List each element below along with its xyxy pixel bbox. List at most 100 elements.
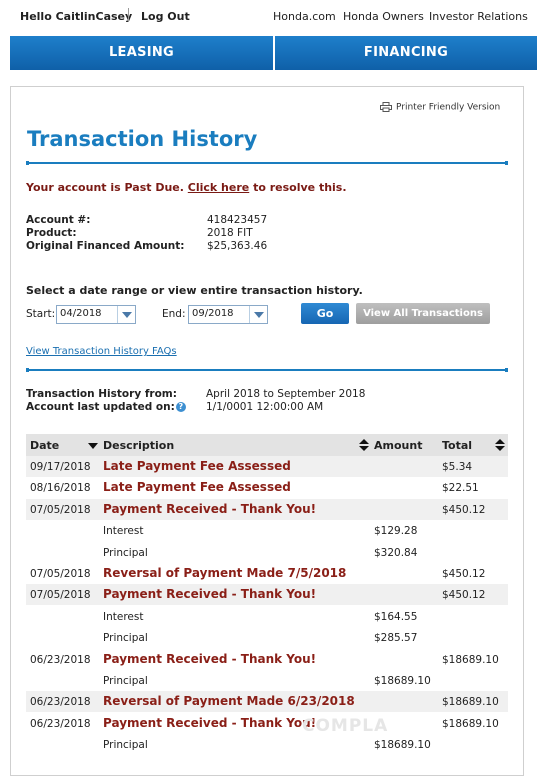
financed-value: $25,363.46 — [207, 240, 268, 252]
last-updated-text: Account last updated on: — [26, 401, 175, 413]
table-header: Date Description Amount Total — [26, 434, 508, 456]
row-amount: $18689.10 — [374, 739, 431, 751]
row-description: Payment Received - Thank You! — [103, 652, 317, 666]
row-date: 07/05/2018 — [30, 568, 91, 580]
table-row: 06/23/2018 Reversal of Payment Made 6/23/… — [26, 691, 508, 712]
table-row: 07/05/2018 Payment Received - Thank You! $… — [26, 499, 508, 520]
table-row: 06/23/2018 Payment Received - Thank You! $… — [26, 649, 508, 670]
alert-prefix: Your account is Past Due. — [26, 181, 188, 194]
faq-link[interactable]: View Transaction History FAQs — [26, 346, 177, 357]
row-description: Payment Received - Thank You! — [103, 587, 317, 601]
sort-icon[interactable] — [495, 439, 505, 451]
product-label: Product: — [26, 227, 77, 239]
divider — [128, 8, 129, 22]
table-row: Interest $164.55 — [26, 606, 508, 627]
row-description: Interest — [103, 611, 144, 623]
date-range-prompt: Select a date range or view entire trans… — [26, 284, 363, 297]
section-rule — [26, 368, 508, 372]
row-date: 06/23/2018 — [30, 696, 91, 708]
row-description: Reversal of Payment Made 7/5/2018 — [103, 566, 347, 580]
greeting: Hello CaitlinCasey — [20, 10, 133, 23]
logout-link[interactable]: Log Out — [141, 10, 190, 23]
col-total[interactable]: Total — [442, 439, 472, 452]
row-amount: $164.55 — [374, 611, 418, 623]
go-button[interactable]: Go — [301, 303, 349, 324]
printer-icon — [380, 102, 392, 112]
account-number-label: Account #: — [26, 214, 91, 226]
row-description: Late Payment Fee Assessed — [103, 480, 291, 494]
product-value: 2018 FIT — [207, 227, 253, 239]
investor-relations-link[interactable]: Investor Relations — [429, 10, 528, 23]
row-description: Interest — [103, 525, 144, 537]
top-bar: Hello CaitlinCasey Log Out Honda.com Hon… — [0, 0, 537, 33]
row-description: Principal — [103, 632, 148, 644]
table-row: Principal $285.57 — [26, 627, 508, 648]
row-description: Late Payment Fee Assessed — [103, 459, 291, 473]
end-label: End: — [162, 308, 186, 320]
col-date[interactable]: Date — [30, 439, 59, 452]
row-description: Principal — [103, 739, 148, 751]
row-total: $450.12 — [442, 504, 486, 516]
row-amount: $285.57 — [374, 632, 418, 644]
chevron-down-icon — [249, 306, 267, 323]
row-date: 07/05/2018 — [30, 589, 91, 601]
table-row: 06/23/2018 Payment Received - Thank You! $… — [26, 713, 508, 734]
start-date-select[interactable]: 04/2018 — [56, 305, 136, 324]
row-description: Principal — [103, 675, 148, 687]
honda-owners-link[interactable]: Honda Owners — [343, 10, 424, 23]
end-date-select[interactable]: 09/2018 — [188, 305, 268, 324]
table-row: 07/05/2018 Payment Received - Thank You! $… — [26, 584, 508, 605]
past-due-alert: Your account is Past Due. Click here to … — [26, 181, 347, 194]
row-date: 06/23/2018 — [30, 654, 91, 666]
row-date: 09/17/2018 — [30, 461, 91, 473]
col-amount[interactable]: Amount — [374, 439, 422, 452]
view-all-transactions-button[interactable]: View All Transactions — [356, 303, 490, 324]
row-total: $22.51 — [442, 482, 479, 494]
honda-com-link[interactable]: Honda.com — [273, 10, 336, 23]
table-row: 08/16/2018 Late Payment Fee Assessed $22.5… — [26, 477, 508, 498]
table-row: 07/05/2018 Reversal of Payment Made 7/5/2… — [26, 563, 508, 584]
watermark: COMPLA — [302, 716, 389, 736]
resolve-link[interactable]: Click here — [188, 181, 249, 194]
title-rule — [26, 161, 508, 165]
sort-down-icon[interactable] — [88, 443, 98, 449]
main-nav: LEASING FINANCING — [10, 36, 537, 70]
row-description: Principal — [103, 547, 148, 559]
last-updated-value: 1/1/0001 12:00:00 AM — [206, 401, 324, 413]
row-total: $18689.10 — [442, 654, 499, 666]
help-icon[interactable]: ? — [175, 402, 186, 412]
page-title: Transaction History — [27, 127, 258, 151]
table-row: Principal $18689.10 — [26, 670, 508, 691]
printer-friendly-link[interactable]: Printer Friendly Version — [380, 102, 500, 113]
financed-label: Original Financed Amount: — [26, 240, 185, 252]
row-date: 08/16/2018 — [30, 482, 91, 494]
col-description[interactable]: Description — [103, 439, 174, 452]
row-amount: $129.28 — [374, 525, 418, 537]
row-total: $18689.10 — [442, 696, 499, 708]
row-amount: $18689.10 — [374, 675, 431, 687]
table-row: 09/17/2018 Late Payment Fee Assessed $5.34 — [26, 456, 508, 477]
row-amount: $320.84 — [374, 547, 418, 559]
sort-icon[interactable] — [359, 439, 369, 451]
row-date: 06/23/2018 — [30, 718, 91, 730]
tab-financing[interactable]: FINANCING — [275, 36, 537, 70]
row-total: $450.12 — [442, 568, 486, 580]
table-row: Principal $18689.10 — [26, 734, 508, 755]
row-description: Payment Received - Thank You! — [103, 716, 317, 730]
row-total: $5.34 — [442, 461, 473, 473]
account-number-value: 418423457 — [207, 214, 268, 226]
chevron-down-icon — [117, 306, 135, 323]
start-date-value: 04/2018 — [60, 308, 102, 319]
row-total: $450.12 — [442, 589, 486, 601]
printer-label: Printer Friendly Version — [396, 102, 501, 113]
row-total: $18689.10 — [442, 718, 499, 730]
alert-suffix: to resolve this. — [249, 181, 347, 194]
history-from-value: April 2018 to September 2018 — [206, 388, 366, 400]
history-from-label: Transaction History from: — [26, 388, 177, 400]
start-label: Start: — [26, 308, 56, 320]
row-description: Payment Received - Thank You! — [103, 502, 317, 516]
table-row: Principal $320.84 — [26, 542, 508, 563]
row-date: 07/05/2018 — [30, 504, 91, 516]
tab-leasing[interactable]: LEASING — [10, 36, 273, 70]
row-description: Reversal of Payment Made 6/23/2018 — [103, 694, 355, 708]
